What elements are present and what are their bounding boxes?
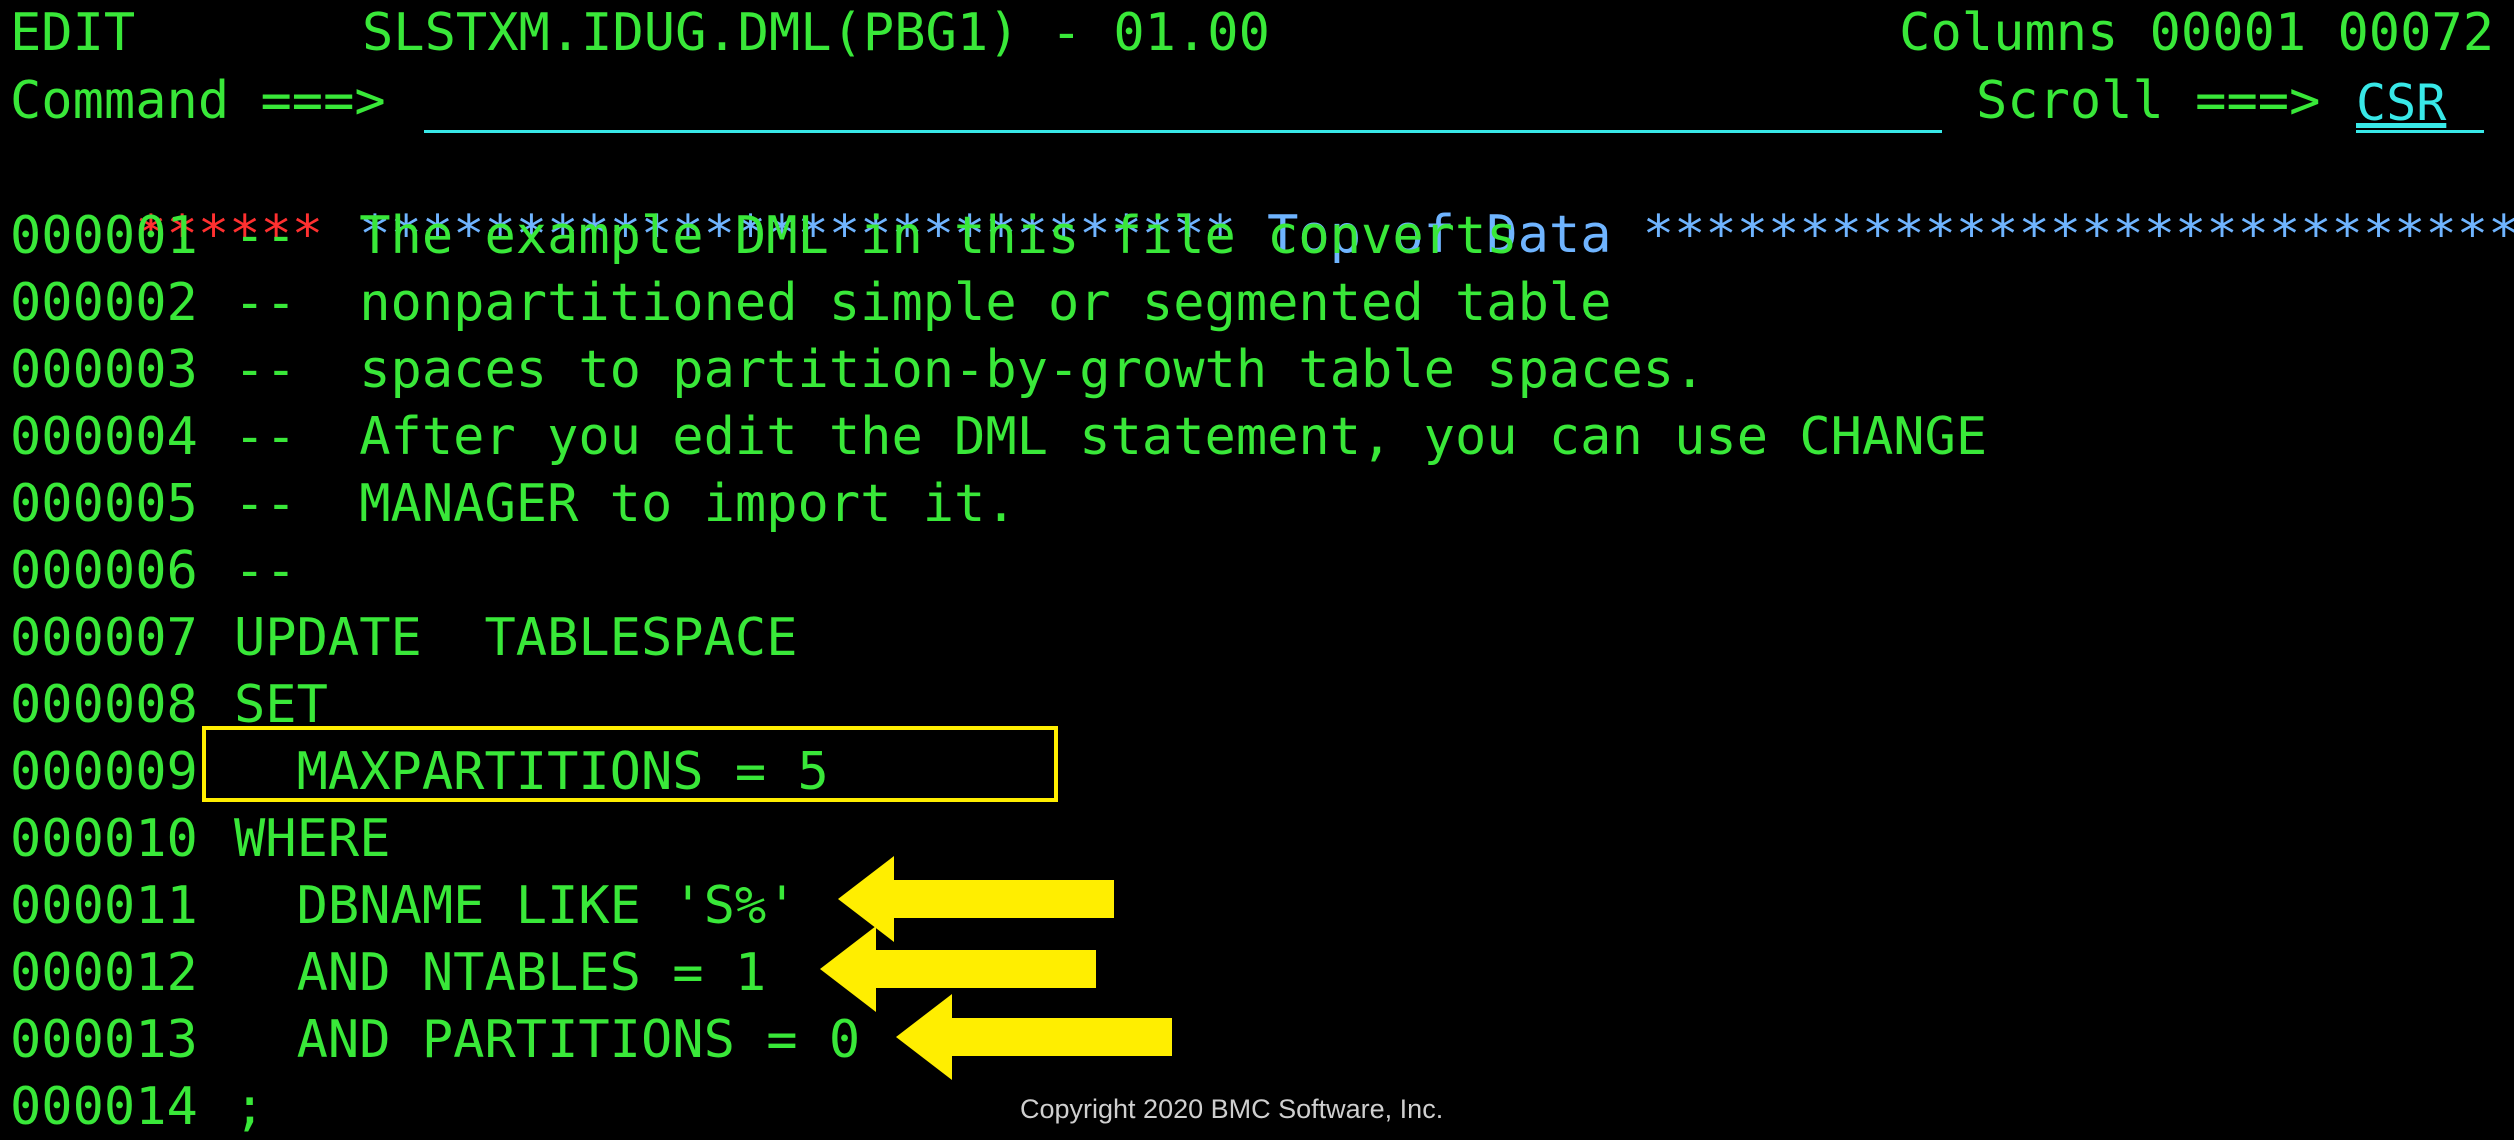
line-text[interactable]: DBNAME LIKE 'S%'	[234, 873, 798, 939]
line-7[interactable]: 000007 UPDATE TABLESPACE	[10, 605, 798, 671]
line-text[interactable]: ;	[234, 1074, 265, 1140]
line-number[interactable]: 000014	[10, 1074, 234, 1140]
line-number[interactable]: 000012	[10, 940, 234, 1006]
scroll-input[interactable]	[2356, 76, 2484, 133]
line-number[interactable]: 000013	[10, 1007, 234, 1073]
command-label: Command ===>	[10, 71, 386, 131]
line-text[interactable]: -- MANAGER to import it.	[234, 471, 1017, 537]
line-text[interactable]: -- After you edit the DML statement, you…	[234, 404, 1987, 470]
line-number[interactable]: 000005	[10, 471, 234, 537]
line-1[interactable]: 000001 -- The example DML in this file co…	[10, 203, 1518, 269]
line-14[interactable]: 000014;	[10, 1074, 265, 1140]
line-text[interactable]: --	[234, 538, 297, 604]
line-text[interactable]: -- nonpartitioned simple or segmented ta…	[234, 270, 1612, 336]
line-text[interactable]: -- spaces to partition-by-growth table s…	[234, 337, 1705, 403]
line-3[interactable]: 000003 -- spaces to partition-by-growth t…	[10, 337, 1705, 403]
line-number[interactable]: 000011	[10, 873, 234, 939]
line-10[interactable]: 000010 WHERE	[10, 806, 391, 872]
line-6[interactable]: 000006 --	[10, 538, 297, 604]
line-4[interactable]: 000004 -- After you edit the DML statemen…	[10, 404, 1987, 470]
top-of-data-line: ****** **************************** Top o…	[10, 136, 2514, 265]
line-5[interactable]: 000005 -- MANAGER to import it.	[10, 471, 1017, 537]
dataset-name: SLSTXM.IDUG.DML(PBG1) - 01.00	[362, 3, 1270, 63]
line-text[interactable]: AND PARTITIONS = 0	[234, 1007, 861, 1073]
line-11[interactable]: 000011 DBNAME LIKE 'S%'	[10, 873, 798, 939]
edit-mode-label: EDIT	[10, 3, 136, 63]
line-number[interactable]: 000004	[10, 404, 234, 470]
scroll-label: Scroll ===>	[1976, 71, 2321, 131]
line-number[interactable]: 000008	[10, 672, 234, 738]
ispf-edit-screen: EDIT SLSTXM.IDUG.DML(PBG1) - 01.00 Colum…	[0, 0, 2514, 1137]
line-number[interactable]: 000009	[10, 739, 234, 805]
copyright-notice: Copyright 2020 BMC Software, Inc.	[1020, 1094, 1444, 1124]
line-12[interactable]: 000012 AND NTABLES = 1	[10, 940, 766, 1006]
command-input[interactable]	[424, 80, 1942, 133]
line-text[interactable]: -- The example DML in this file converts	[234, 203, 1518, 269]
line-2[interactable]: 000002 -- nonpartitioned simple or segmen…	[10, 270, 1612, 336]
line-text[interactable]: UPDATE TABLESPACE	[234, 605, 798, 671]
columns-indicator: Columns 00001 00072	[1899, 3, 2494, 63]
line-number[interactable]: 000007	[10, 605, 234, 671]
line-13[interactable]: 000013 AND PARTITIONS = 0	[10, 1007, 860, 1073]
line-number[interactable]: 000010	[10, 806, 234, 872]
line-number[interactable]: 000003	[10, 337, 234, 403]
left-arrow-icon	[896, 994, 1172, 1080]
line-number[interactable]: 000006	[10, 538, 234, 604]
line-text[interactable]: WHERE	[234, 806, 391, 872]
line-number[interactable]: 000002	[10, 270, 234, 336]
line-text[interactable]: AND NTABLES = 1	[234, 940, 767, 1006]
maxpartitions-highlight-box	[202, 726, 1058, 802]
line-number[interactable]: 000001	[10, 203, 234, 269]
